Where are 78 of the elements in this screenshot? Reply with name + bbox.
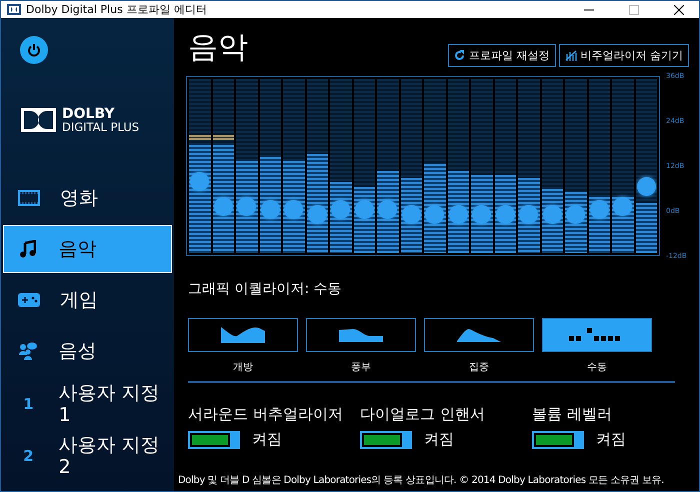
toggle-label: 서라운드 버추얼라이저 bbox=[188, 405, 344, 424]
sidebar-item[interactable]: 1 사용자 지정 1 bbox=[3, 378, 172, 430]
toggle-state: 켜짐 bbox=[596, 430, 626, 449]
equalizer-band[interactable] bbox=[565, 79, 586, 253]
equalizer-band[interactable] bbox=[400, 79, 422, 253]
number-icon: 2 bbox=[18, 446, 39, 465]
preset-button[interactable] bbox=[424, 318, 534, 352]
curve-icon bbox=[457, 328, 501, 342]
sidebar-label: 사용자 지정 1 bbox=[58, 382, 161, 426]
equalizer-band[interactable] bbox=[236, 79, 258, 253]
equalizer-band[interactable] bbox=[330, 79, 352, 253]
dolby-logo-icon bbox=[21, 108, 56, 132]
preset-label: 풍부 bbox=[351, 361, 371, 374]
power-icon bbox=[27, 43, 41, 57]
close-icon bbox=[674, 4, 684, 14]
copyright-text: Dolby 및 더블 D 심볼은 Dolby Laboratories의 등록 상표입니다. © 2014 Dolby Laboratories 모든 소유권 보유. bbox=[178, 474, 664, 487]
reset-button[interactable]: 프로파일 재설정 bbox=[448, 44, 556, 67]
sidebar-label: 게임 bbox=[60, 288, 99, 311]
equalizer-band[interactable] bbox=[588, 79, 610, 253]
sidebar-item[interactable]: 영화 bbox=[3, 174, 172, 222]
maximize-icon bbox=[629, 4, 639, 14]
equalizer-band[interactable] bbox=[518, 79, 540, 253]
people-icon bbox=[18, 342, 38, 360]
toggle-label: 볼륨 레벨러 bbox=[532, 405, 613, 424]
toggle-switch[interactable] bbox=[532, 430, 584, 448]
sidebar-item[interactable]: 음악 bbox=[3, 224, 172, 273]
toggle-label: 다이얼로그 인핸서 bbox=[360, 405, 486, 424]
equalizer-band[interactable] bbox=[306, 79, 328, 253]
sidebar-item[interactable]: 2 사용자 지정 2 bbox=[3, 430, 172, 482]
equalizer-band[interactable] bbox=[260, 79, 281, 253]
gamepad-icon bbox=[18, 292, 40, 307]
brand-name: DOLBY bbox=[62, 107, 116, 121]
sidebar-item[interactable]: 음성 bbox=[3, 326, 172, 375]
spectrum-bar bbox=[636, 202, 657, 253]
preset-button[interactable] bbox=[306, 318, 416, 352]
visualizer-toggle-button[interactable]: 비주얼라이저 숨기기 bbox=[558, 44, 689, 67]
sidebar-item[interactable]: 게임 bbox=[3, 276, 172, 324]
equalizer-band[interactable] bbox=[283, 79, 304, 253]
music-note-icon bbox=[20, 240, 36, 258]
film-icon bbox=[18, 190, 40, 206]
preset-label: 개방 bbox=[233, 361, 253, 374]
toggle-switch[interactable] bbox=[360, 430, 412, 448]
peak-marker bbox=[189, 134, 210, 140]
equalizer-band[interactable] bbox=[612, 79, 634, 253]
equalizer-band[interactable] bbox=[377, 79, 398, 253]
peak-marker bbox=[212, 134, 234, 140]
curve-icon bbox=[221, 327, 265, 343]
window-title: Dolby Digital Plus 프로파일 에디터 bbox=[26, 2, 208, 17]
equalizer-band[interactable] bbox=[471, 79, 492, 253]
equalizer-band[interactable] bbox=[448, 79, 469, 253]
slider-knob[interactable] bbox=[636, 177, 656, 196]
toggle-state: 켜짐 bbox=[252, 430, 282, 449]
equalizer-band[interactable] bbox=[542, 79, 563, 253]
toggle-switch[interactable] bbox=[188, 430, 240, 448]
sidebar-label: 영화 bbox=[60, 186, 99, 209]
equalizer-band[interactable] bbox=[636, 79, 657, 253]
equalizer-band[interactable] bbox=[354, 79, 375, 253]
product-name: DIGITAL PLUS bbox=[62, 121, 140, 134]
power-button[interactable] bbox=[20, 36, 48, 64]
preset-button[interactable] bbox=[188, 318, 298, 352]
preset-label: 집중 bbox=[469, 361, 489, 374]
refresh-icon bbox=[454, 50, 465, 61]
page-title: 음악 bbox=[188, 29, 248, 67]
equalizer-band[interactable] bbox=[212, 79, 234, 253]
equalizer-band[interactable] bbox=[494, 79, 516, 253]
equalizer-band[interactable] bbox=[424, 79, 446, 253]
sidebar-label: 음악 bbox=[58, 238, 98, 260]
sidebar-label: 음성 bbox=[58, 340, 98, 362]
toggle-state: 켜짐 bbox=[424, 430, 454, 449]
curve-icon bbox=[339, 328, 383, 342]
equalizer-band[interactable] bbox=[189, 79, 210, 253]
preset-label: 수동 bbox=[587, 361, 607, 374]
number-icon: 1 bbox=[18, 394, 39, 413]
sidebar-label: 사용자 지정 2 bbox=[58, 434, 161, 478]
equalizer-icon bbox=[564, 50, 576, 61]
equalizer-mode-label: 그래픽 이퀄라이저: 수동 bbox=[188, 280, 343, 298]
preset-button[interactable] bbox=[542, 318, 652, 352]
app-icon bbox=[7, 4, 21, 15]
